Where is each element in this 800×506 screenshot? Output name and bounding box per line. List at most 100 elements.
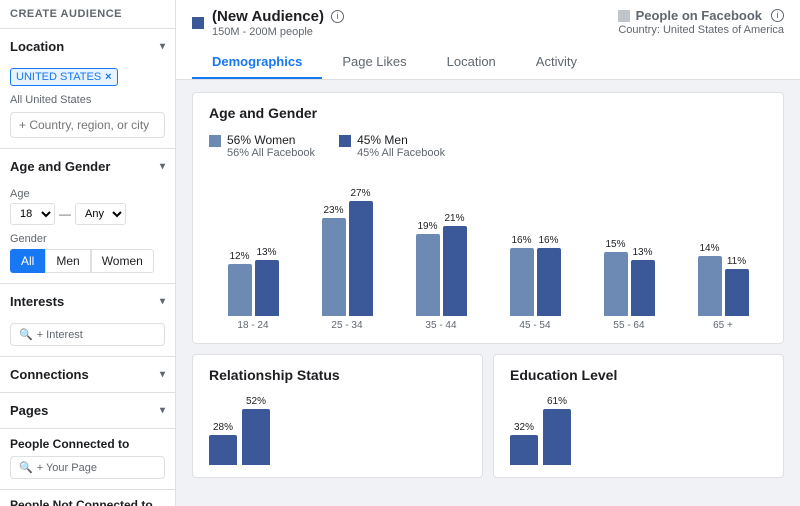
- people-connected-label: People Connected to: [10, 437, 165, 451]
- people-fb-color-box: [618, 10, 630, 22]
- sidebar-section-connections: Connections ▾: [0, 357, 175, 393]
- sidebar-section-interests: Interests ▾ 🔍 + Interest: [0, 284, 175, 357]
- connected-search[interactable]: 🔍 + Your Page: [10, 456, 165, 479]
- chart-group: 12%13%18 - 24: [209, 186, 297, 331]
- sidebar-location-content: UNITED STATES × All United States: [0, 64, 175, 148]
- chevron-down-icon-3: ▾: [160, 296, 165, 307]
- gender-women-button[interactable]: Women: [91, 249, 154, 273]
- bar-pair: 14%11%: [679, 186, 767, 316]
- legend-men-sub: 45% All Facebook: [357, 147, 445, 159]
- edu-bar-1: 32%: [510, 395, 538, 465]
- sidebar-interests-header[interactable]: Interests ▾: [0, 284, 175, 319]
- chart-group: 14%11%65 +: [679, 186, 767, 331]
- bar-pair: 15%13%: [585, 186, 673, 316]
- location-tag[interactable]: UNITED STATES ×: [10, 68, 118, 86]
- relationship-card: Relationship Status 28% 52%: [192, 354, 483, 478]
- audience-left: (New Audience) i 150M - 200M people: [192, 8, 344, 38]
- gender-label: Gender: [10, 233, 165, 245]
- women-bar-wrapper: 19%: [416, 186, 440, 316]
- people-fb-label: People on Facebook i: [618, 8, 784, 23]
- legend-men-color: [339, 135, 351, 147]
- audience-row: (New Audience) i 150M - 200M people Peop…: [192, 8, 784, 38]
- tabs: Demographics Page Likes Location Activit…: [192, 46, 784, 79]
- age-gender-title: Age and Gender: [209, 105, 767, 121]
- age-label: Age: [10, 188, 165, 200]
- education-title: Education Level: [510, 367, 767, 383]
- bar-pair: 23%27%: [303, 186, 391, 316]
- women-bar-wrapper: 15%: [604, 186, 628, 316]
- legend-men-text: 45% Men 45% All Facebook: [357, 133, 445, 159]
- bar-pair: 19%21%: [397, 186, 485, 316]
- age-row: 182125 — Any2434: [10, 203, 165, 225]
- interest-search[interactable]: 🔍 + Interest: [10, 323, 165, 346]
- connected-placeholder: + Your Page: [37, 462, 97, 474]
- men-bar-wrapper: 16%: [537, 186, 561, 316]
- gender-buttons: All Men Women: [10, 249, 165, 273]
- rel-bar-1: 28%: [209, 395, 237, 465]
- age-to-select[interactable]: Any2434: [75, 203, 126, 225]
- not-connected-content: People Not Connected to 🔍 + Your Page: [0, 490, 175, 506]
- sidebar-section-connected: People Connected to 🔍 + Your Page: [0, 429, 175, 490]
- people-fb-text: People on Facebook: [636, 8, 762, 23]
- education-chart: 32% 61%: [510, 395, 767, 465]
- top-bar: (New Audience) i 150M - 200M people Peop…: [176, 0, 800, 80]
- audience-count: 150M - 200M people: [212, 26, 344, 38]
- age-gender-chart: 12%13%18 - 2423%27%25 - 3419%21%35 - 441…: [209, 171, 767, 331]
- tab-activity[interactable]: Activity: [516, 46, 597, 79]
- legend-women-color: [209, 135, 221, 147]
- men-bar-wrapper: 21%: [443, 186, 467, 316]
- audience-title: (New Audience): [212, 8, 324, 25]
- age-dash: —: [59, 207, 71, 221]
- search-icon-2: 🔍: [19, 461, 33, 474]
- tab-demographics[interactable]: Demographics: [192, 46, 322, 79]
- women-bar-wrapper: 16%: [510, 186, 534, 316]
- location-input[interactable]: [10, 112, 165, 138]
- people-fb-sub: Country: United States of America: [618, 24, 784, 36]
- gender-all-button[interactable]: All: [10, 249, 45, 273]
- sidebar-location-header[interactable]: Location ▾: [0, 29, 175, 64]
- gender-men-button[interactable]: Men: [45, 249, 90, 273]
- people-not-connected-label: People Not Connected to: [10, 498, 165, 506]
- content-area: Age and Gender 56% Women 56% All Faceboo…: [176, 80, 800, 506]
- women-bar-wrapper: 14%: [698, 186, 722, 316]
- women-bar-wrapper: 12%: [228, 186, 252, 316]
- audience-color-box: [192, 17, 204, 29]
- sidebar-age-gender-header[interactable]: Age and Gender ▾: [0, 149, 175, 184]
- sidebar-section-pages: Pages ▾: [0, 393, 175, 429]
- sidebar-pages-header[interactable]: Pages ▾: [0, 393, 175, 428]
- men-bar-wrapper: 13%: [631, 186, 655, 316]
- chevron-down-icon-2: ▾: [160, 161, 165, 172]
- all-us-text: All United States: [10, 94, 165, 106]
- audience-right: People on Facebook i Country: United Sta…: [618, 8, 784, 36]
- legend-women-label: 56% Women: [227, 133, 315, 147]
- edu-bar-2: 61%: [543, 395, 571, 465]
- legend-women-text: 56% Women 56% All Facebook: [227, 133, 315, 159]
- tab-page-likes[interactable]: Page Likes: [322, 46, 426, 79]
- main-content: (New Audience) i 150M - 200M people Peop…: [176, 0, 800, 506]
- relationship-chart: 28% 52%: [209, 395, 466, 465]
- chart-group: 19%21%35 - 44: [397, 186, 485, 331]
- sidebar-connections-header[interactable]: Connections ▾: [0, 357, 175, 392]
- rel-bar-2: 52%: [242, 395, 270, 465]
- tab-location[interactable]: Location: [427, 46, 516, 79]
- chart-group: 23%27%25 - 34: [303, 186, 391, 331]
- men-bar-wrapper: 27%: [349, 186, 373, 316]
- chevron-down-icon-4: ▾: [160, 369, 165, 380]
- bottom-row: Relationship Status 28% 52% Education Le…: [192, 354, 784, 478]
- men-bar-wrapper: 13%: [255, 186, 279, 316]
- women-bar-wrapper: 23%: [322, 186, 346, 316]
- legend-women-sub: 56% All Facebook: [227, 147, 315, 159]
- age-from-select[interactable]: 182125: [10, 203, 55, 225]
- bar-pair: 16%16%: [491, 186, 579, 316]
- chart-group: 15%13%55 - 64: [585, 186, 673, 331]
- legend-men-label: 45% Men: [357, 133, 445, 147]
- connected-content: People Connected to 🔍 + Your Page: [0, 429, 175, 489]
- chevron-down-icon-5: ▾: [160, 405, 165, 416]
- remove-location-button[interactable]: ×: [105, 71, 111, 83]
- age-gender-card: Age and Gender 56% Women 56% All Faceboo…: [192, 92, 784, 344]
- relationship-title: Relationship Status: [209, 367, 466, 383]
- people-fb-info-icon[interactable]: i: [771, 9, 784, 22]
- interest-placeholder: + Interest: [37, 329, 83, 341]
- audience-info-icon[interactable]: i: [331, 10, 344, 23]
- sidebar-age-gender-content: Age 182125 — Any2434 Gender All Men Wome…: [0, 184, 175, 283]
